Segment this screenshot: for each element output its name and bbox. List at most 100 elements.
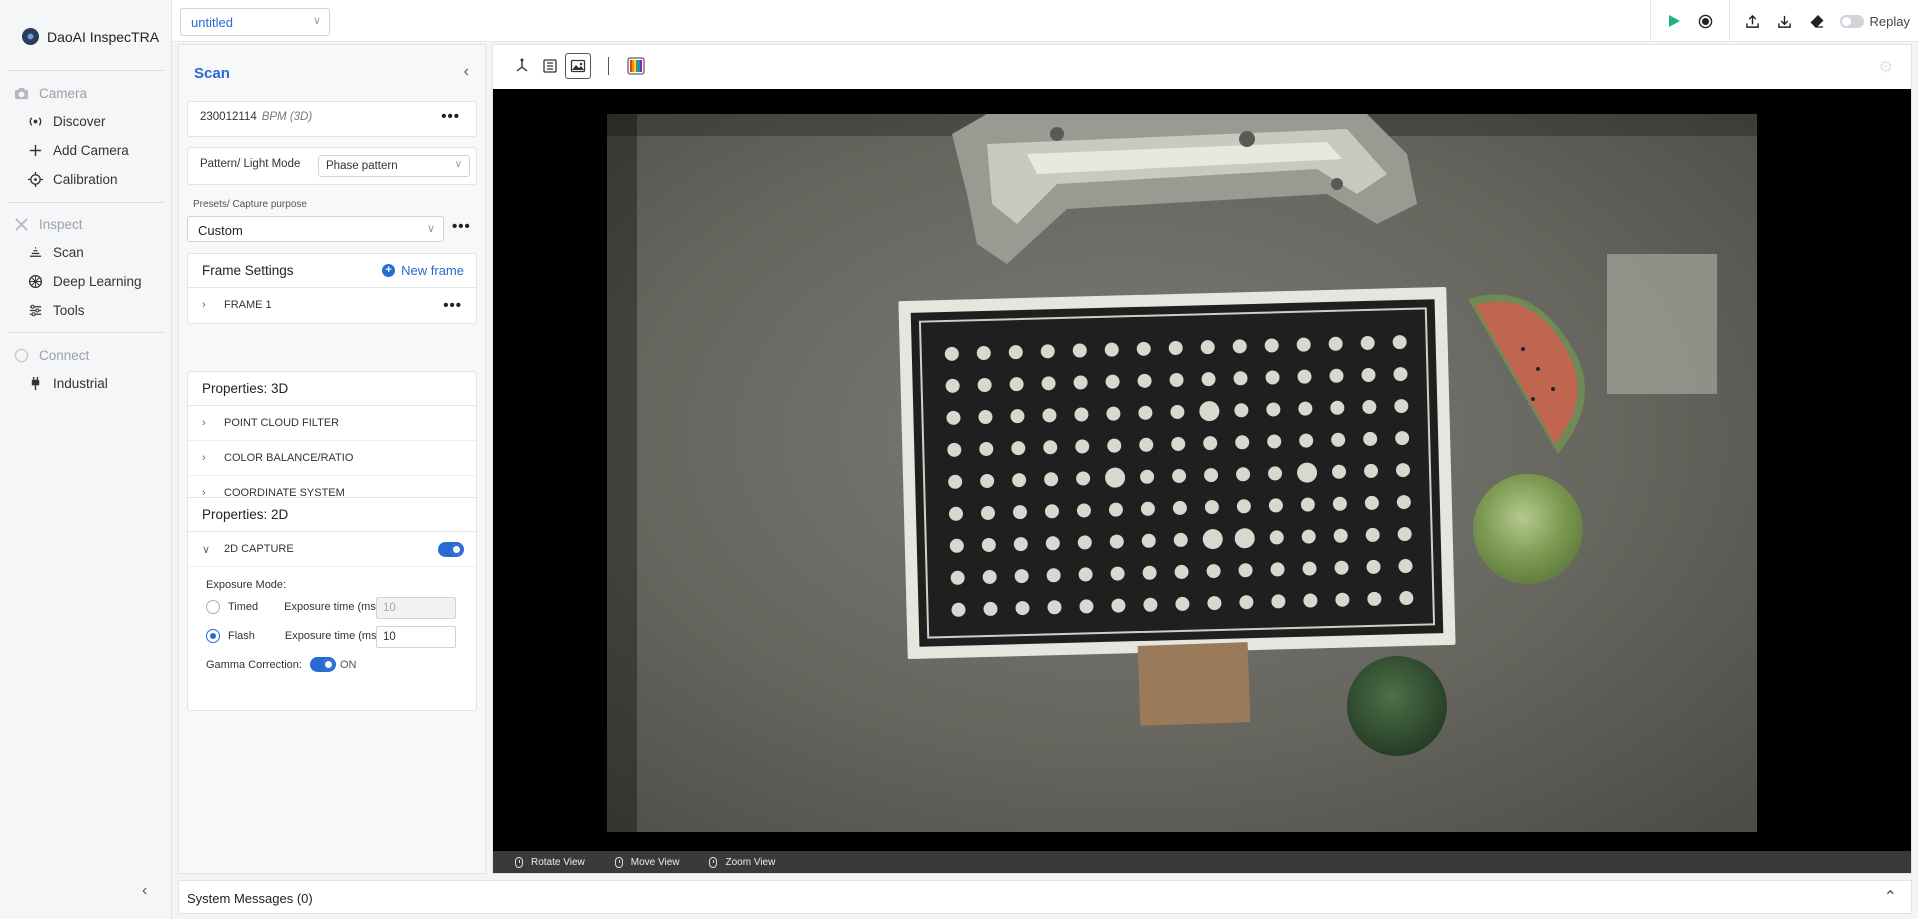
top-actions: Replay xyxy=(1649,0,1918,42)
calibration-dot xyxy=(1332,464,1347,479)
timed-radio[interactable] xyxy=(206,600,220,614)
metal-fixture xyxy=(952,114,1417,264)
mouse-right-icon xyxy=(614,856,623,868)
axis-view-button[interactable] xyxy=(509,53,535,79)
flash-exposure-input[interactable]: 10 xyxy=(376,626,456,648)
move-view-hint: Move View xyxy=(614,856,679,868)
calibration-dot xyxy=(1207,596,1222,611)
calibration-dot xyxy=(1329,368,1344,383)
nav-item-discover[interactable]: Discover xyxy=(28,114,106,129)
replay-label: Replay xyxy=(1869,13,1910,29)
nav-item-tools[interactable]: Tools xyxy=(28,303,85,318)
nav-section-connect: Connect xyxy=(14,348,89,363)
sliders-icon xyxy=(29,304,42,317)
green-apple xyxy=(1473,474,1583,584)
color-map-button[interactable] xyxy=(623,53,649,79)
capture-2d-toggle[interactable] xyxy=(438,542,464,557)
calibration-dot xyxy=(951,602,966,617)
chevron-right-icon: › xyxy=(202,299,206,311)
calibration-dot xyxy=(1296,337,1311,352)
calibration-dot xyxy=(1168,340,1183,355)
timed-exposure-input[interactable]: 10 xyxy=(376,597,456,619)
download-button[interactable] xyxy=(1776,12,1794,30)
gear-icon[interactable]: ⚙ xyxy=(1879,57,1893,77)
calibration-dot xyxy=(1269,530,1284,545)
calibration-dot xyxy=(1045,536,1060,551)
frame-1-more-button[interactable]: ••• xyxy=(443,297,462,314)
tools-cross-icon xyxy=(15,218,28,231)
play-button[interactable] xyxy=(1665,12,1683,30)
camera-more-button[interactable]: ••• xyxy=(441,108,460,125)
chevron-down-icon: ∨ xyxy=(454,159,462,170)
presets-more-button[interactable]: ••• xyxy=(452,218,471,235)
image-view-button[interactable] xyxy=(565,53,591,79)
collapse-nav-chevron-icon[interactable]: ‹ xyxy=(142,882,147,900)
nav-item-add-camera[interactable]: Add Camera xyxy=(28,143,129,158)
panel-collapse-chevron-icon[interactable]: ‹ xyxy=(464,63,469,81)
nav-item-calibration[interactable]: Calibration xyxy=(28,172,118,187)
gamma-toggle[interactable] xyxy=(309,657,336,672)
nav-item-scan[interactable]: Scan xyxy=(28,245,84,260)
calibration-dot xyxy=(1076,503,1091,518)
exposure-mode-label: Exposure Mode: xyxy=(206,579,287,591)
eraser-icon xyxy=(1810,15,1824,28)
calibration-dot xyxy=(1142,565,1157,580)
eraser-button[interactable] xyxy=(1808,12,1826,30)
calibration-dot xyxy=(1233,371,1248,386)
point-cloud-filter-row[interactable]: › POINT CLOUD FILTER xyxy=(188,406,476,441)
watermelon-slice xyxy=(1468,294,1585,454)
record-button[interactable] xyxy=(1697,12,1715,30)
calibration-dot xyxy=(948,506,963,521)
chevron-up-icon[interactable]: ⌃ xyxy=(1884,887,1897,907)
image-canvas[interactable] xyxy=(493,89,1911,851)
calibration-dot xyxy=(1268,498,1283,513)
calibration-dot xyxy=(949,538,964,553)
camera-card[interactable]: 230012114 BPM (3D) ••• xyxy=(187,101,477,137)
calibration-dot xyxy=(1361,367,1376,382)
calibration-dot xyxy=(1104,342,1119,357)
calibration-dot xyxy=(1111,598,1126,613)
presets-select[interactable]: Custom ∨ xyxy=(187,216,444,242)
nav-item-industrial[interactable]: Industrial xyxy=(28,376,108,391)
color-balance-row[interactable]: › COLOR BALANCE/RATIO xyxy=(188,441,476,476)
calibration-dot xyxy=(1169,372,1184,387)
calibration-dot xyxy=(1172,500,1187,515)
calibration-dot xyxy=(1271,594,1286,609)
flash-radio[interactable] xyxy=(206,629,220,643)
calibration-dot xyxy=(979,441,994,456)
calibration-dot xyxy=(948,474,963,489)
calibration-dot xyxy=(1078,567,1093,582)
pattern-select[interactable]: Phase pattern ∨ xyxy=(318,155,470,177)
flash-option[interactable]: Flash Exposure time (ms): xyxy=(206,629,383,643)
plus-icon xyxy=(29,144,42,157)
zoom-view-hint: Zoom View xyxy=(709,856,775,868)
camera-icon xyxy=(14,87,29,100)
calibration-dot xyxy=(1394,399,1409,414)
calibration-board xyxy=(898,286,1456,660)
upload-button[interactable] xyxy=(1744,12,1762,30)
replay-toggle[interactable] xyxy=(1839,14,1864,28)
frame-1-row[interactable]: › FRAME 1 ••• xyxy=(188,288,476,323)
dark-apple xyxy=(1347,656,1447,756)
system-messages-bar[interactable]: System Messages (0) ⌃ xyxy=(178,880,1912,914)
download-icon xyxy=(1778,15,1791,28)
timed-option[interactable]: Timed Exposure time (ms): xyxy=(206,600,383,614)
calibration-dot xyxy=(1010,409,1025,424)
top-bar: untitled ∨ Replay xyxy=(172,0,1918,42)
project-select[interactable]: untitled ∨ xyxy=(180,8,330,36)
calibration-dot xyxy=(1199,401,1220,422)
calibration-dot xyxy=(1363,431,1378,446)
calibration-dot xyxy=(982,569,997,584)
calibration-dot xyxy=(1109,534,1124,549)
calibration-dot xyxy=(1046,568,1061,583)
new-frame-button[interactable]: + New frame xyxy=(382,263,464,278)
calibration-dot xyxy=(1072,343,1087,358)
list-view-button[interactable] xyxy=(537,53,563,79)
left-navigation: DaoAI InspecTRA Camera Discover Add Came… xyxy=(0,0,172,919)
calibration-dot xyxy=(1079,599,1094,614)
panel-title: Scan xyxy=(194,65,230,82)
calibration-dot xyxy=(1333,528,1348,543)
calibration-dot xyxy=(1105,374,1120,389)
capture-2d-row[interactable]: ∨ 2D CAPTURE xyxy=(188,532,476,567)
nav-item-deep-learning[interactable]: Deep Learning xyxy=(28,274,142,289)
